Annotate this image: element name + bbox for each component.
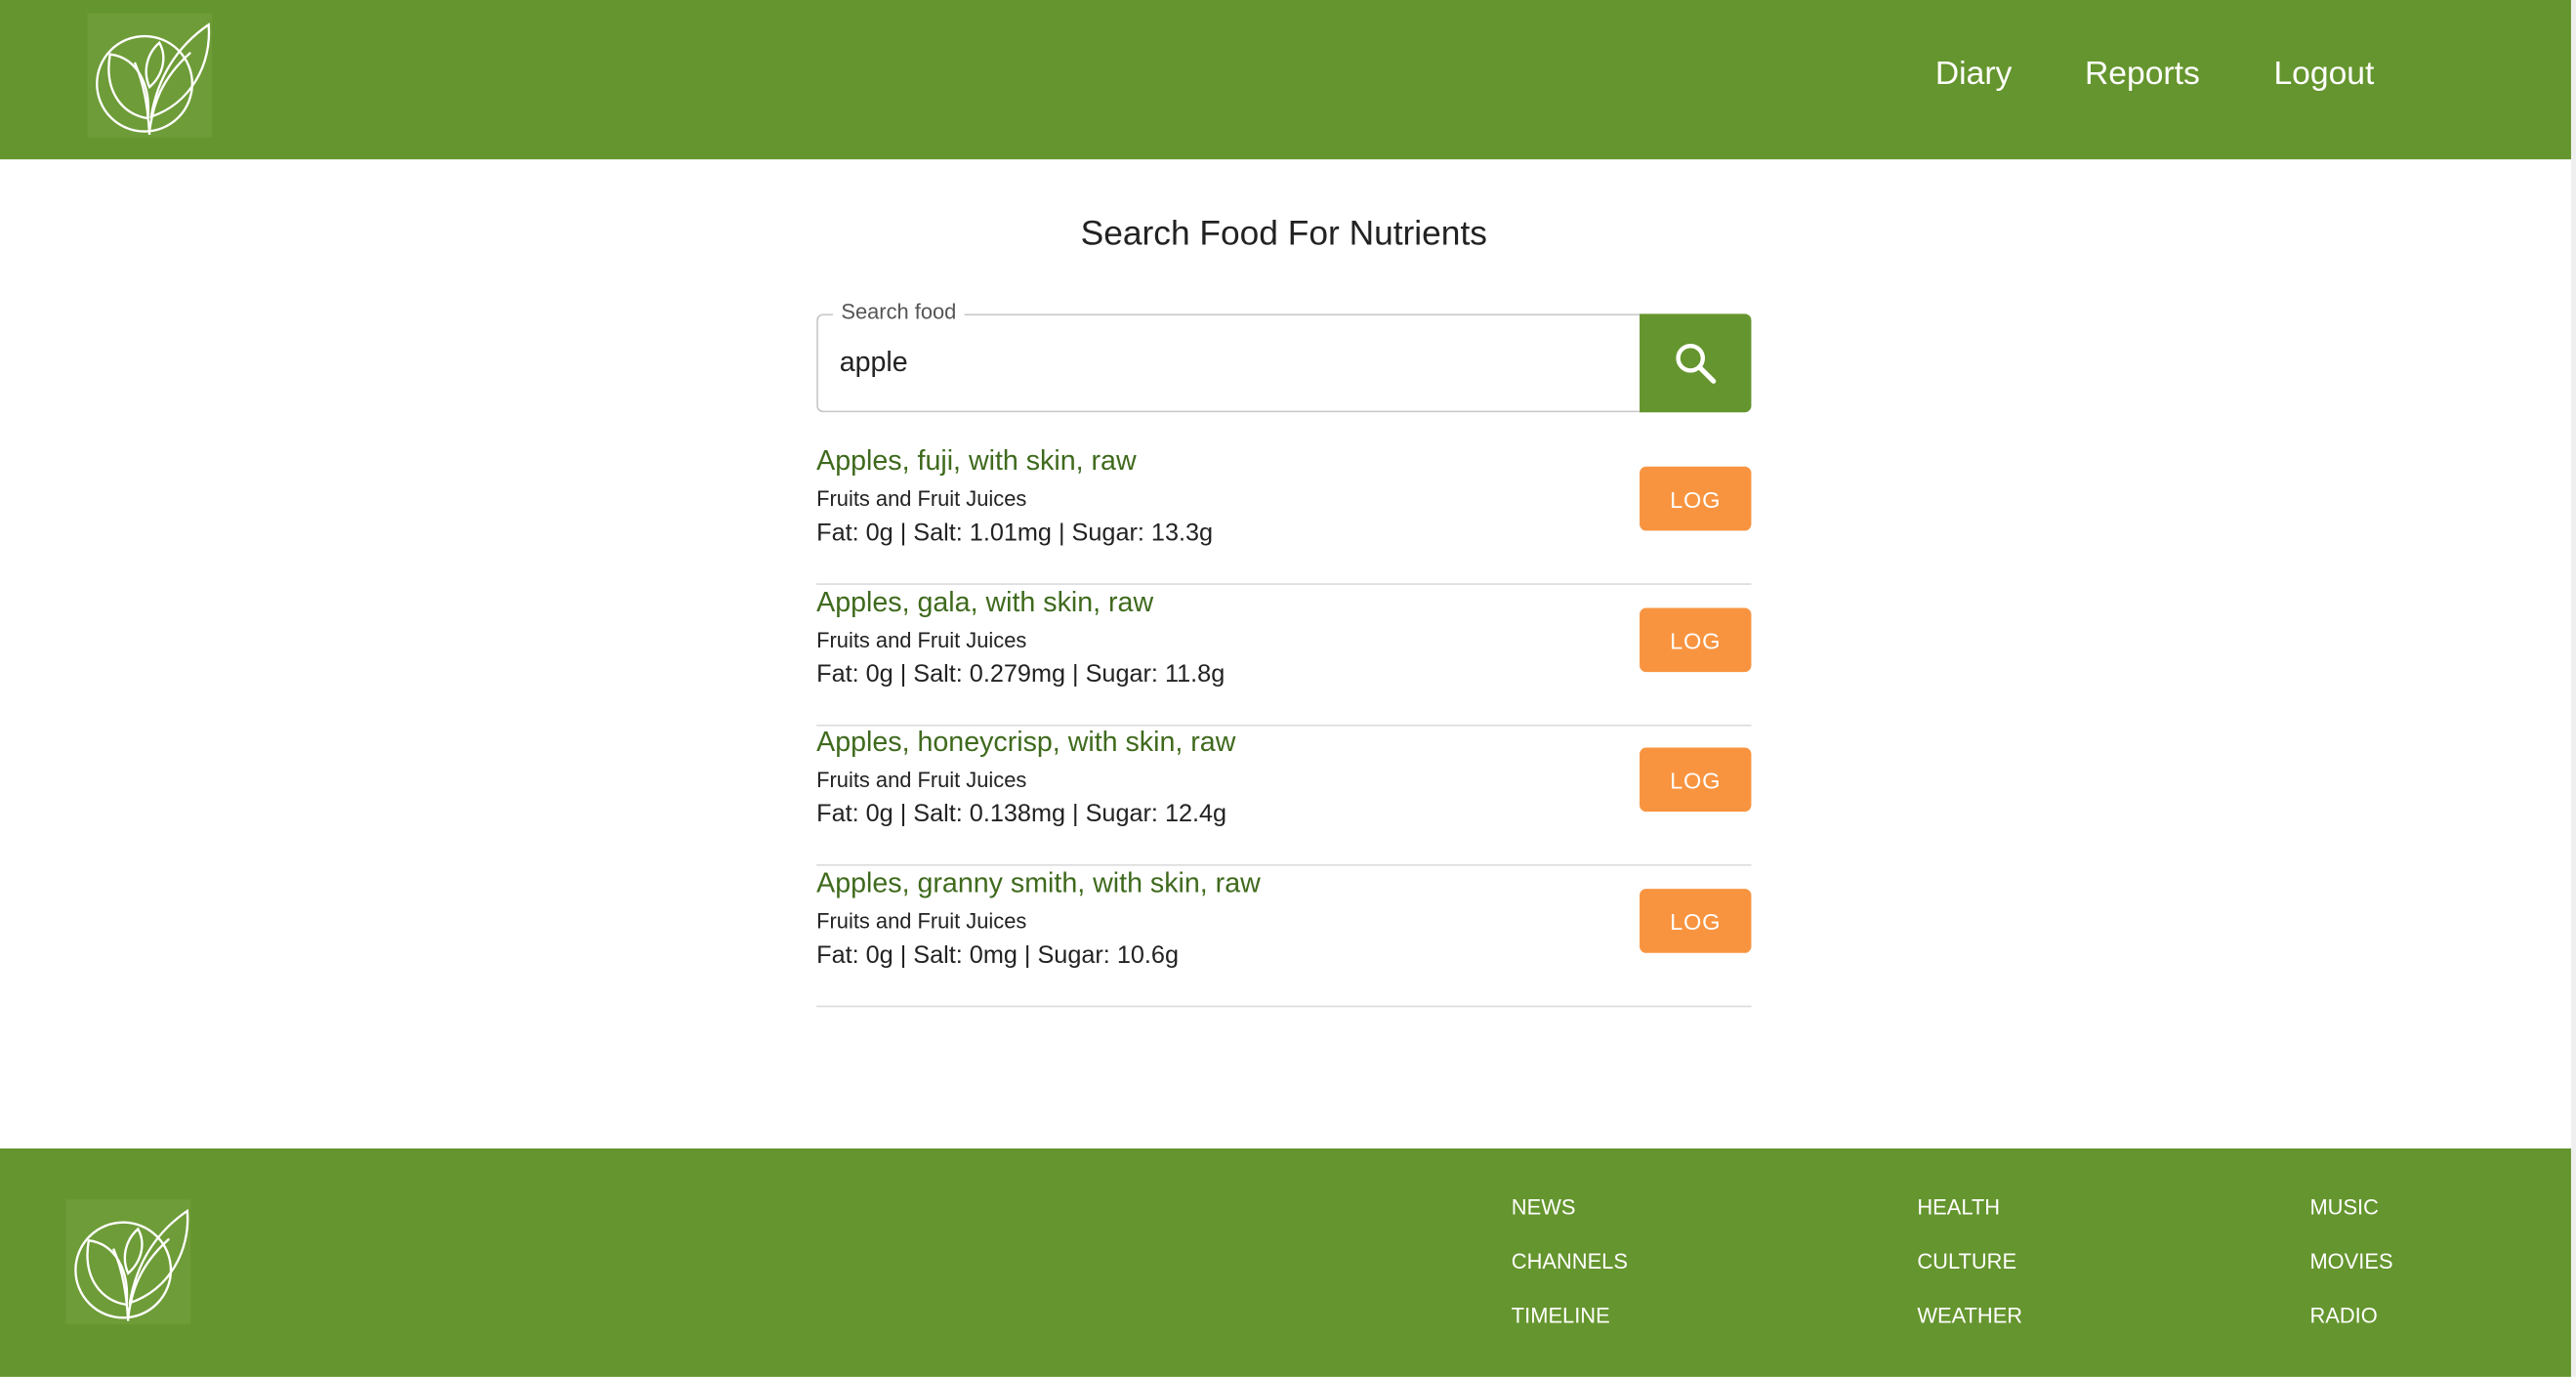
leaf-logo-graphic: [87, 13, 213, 139]
food-result-row: Apples, fuji, with skin, raw Fruits and …: [816, 443, 1752, 585]
food-name[interactable]: Apples, fuji, with skin, raw: [816, 443, 1136, 480]
page: Diary Reports Logout Search Food For Nut…: [0, 0, 2576, 1377]
footer-leaf-logo-graphic: [65, 1199, 191, 1325]
nav-diary-link[interactable]: Diary: [1935, 55, 2013, 94]
page-title: Search Food For Nutrients: [1080, 215, 1487, 254]
search-button[interactable]: [1640, 313, 1752, 413]
food-result-row: Apples, honeycrisp, with skin, raw Fruit…: [816, 725, 1752, 866]
food-name[interactable]: Apples, honeycrisp, with skin, raw: [816, 725, 1235, 761]
log-button[interactable]: LOG: [1640, 747, 1752, 813]
food-category: Fruits and Fruit Juices: [816, 908, 1027, 934]
footer-link-weather[interactable]: WEATHER: [1917, 1303, 2022, 1329]
site-footer: NEWS CHANNELS TIMELINE HEALTH CULTURE WE…: [0, 1148, 2571, 1377]
footer-link-movies[interactable]: MOVIES: [2309, 1249, 2392, 1275]
footer-link-culture[interactable]: CULTURE: [1917, 1249, 2016, 1275]
food-result-row: Apples, granny smith, with skin, raw Fru…: [816, 866, 1752, 1008]
footer-link-timeline[interactable]: TIMELINE: [1512, 1303, 1610, 1329]
footer-link-channels[interactable]: CHANNELS: [1512, 1249, 1628, 1275]
log-button[interactable]: LOG: [1640, 607, 1752, 673]
food-result-row: Apples, gala, with skin, raw Fruits and …: [816, 585, 1752, 727]
top-header: Diary Reports Logout: [0, 0, 2571, 160]
food-category: Fruits and Fruit Juices: [816, 627, 1027, 652]
search-field-label: Search food: [832, 299, 965, 326]
food-name[interactable]: Apples, granny smith, with skin, raw: [816, 866, 1261, 902]
app-window: Diary Reports Logout Search Food For Nut…: [0, 0, 2576, 1377]
food-nutrients: Fat: 0g | Salt: 0.279mg | Sugar: 11.8g: [816, 660, 1226, 688]
food-name[interactable]: Apples, gala, with skin, raw: [816, 585, 1153, 621]
food-nutrients: Fat: 0g | Salt: 0mg | Sugar: 10.6g: [816, 941, 1179, 970]
footer-link-radio[interactable]: RADIO: [2309, 1303, 2377, 1329]
search-icon: [1676, 343, 1717, 384]
leaf-logo-icon[interactable]: [65, 1199, 191, 1325]
food-category: Fruits and Fruit Juices: [816, 485, 1027, 512]
nav-reports-link[interactable]: Reports: [2085, 55, 2200, 94]
page-edge-strip: [2570, 0, 2576, 1377]
log-button[interactable]: LOG: [1640, 466, 1752, 531]
log-button[interactable]: LOG: [1640, 889, 1752, 953]
footer-link-health[interactable]: HEALTH: [1917, 1194, 2000, 1221]
footer-link-news[interactable]: NEWS: [1512, 1194, 1576, 1221]
leaf-logo-icon[interactable]: [87, 13, 213, 139]
search-input[interactable]: [839, 338, 1612, 389]
footer-link-music[interactable]: MUSIC: [2309, 1194, 2378, 1221]
food-category: Fruits and Fruit Juices: [816, 767, 1027, 792]
food-nutrients: Fat: 0g | Salt: 0.138mg | Sugar: 12.4g: [816, 800, 1227, 828]
food-nutrients: Fat: 0g | Salt: 1.01mg | Sugar: 13.3g: [816, 519, 1214, 548]
nav-logout-link[interactable]: Logout: [2273, 55, 2374, 94]
